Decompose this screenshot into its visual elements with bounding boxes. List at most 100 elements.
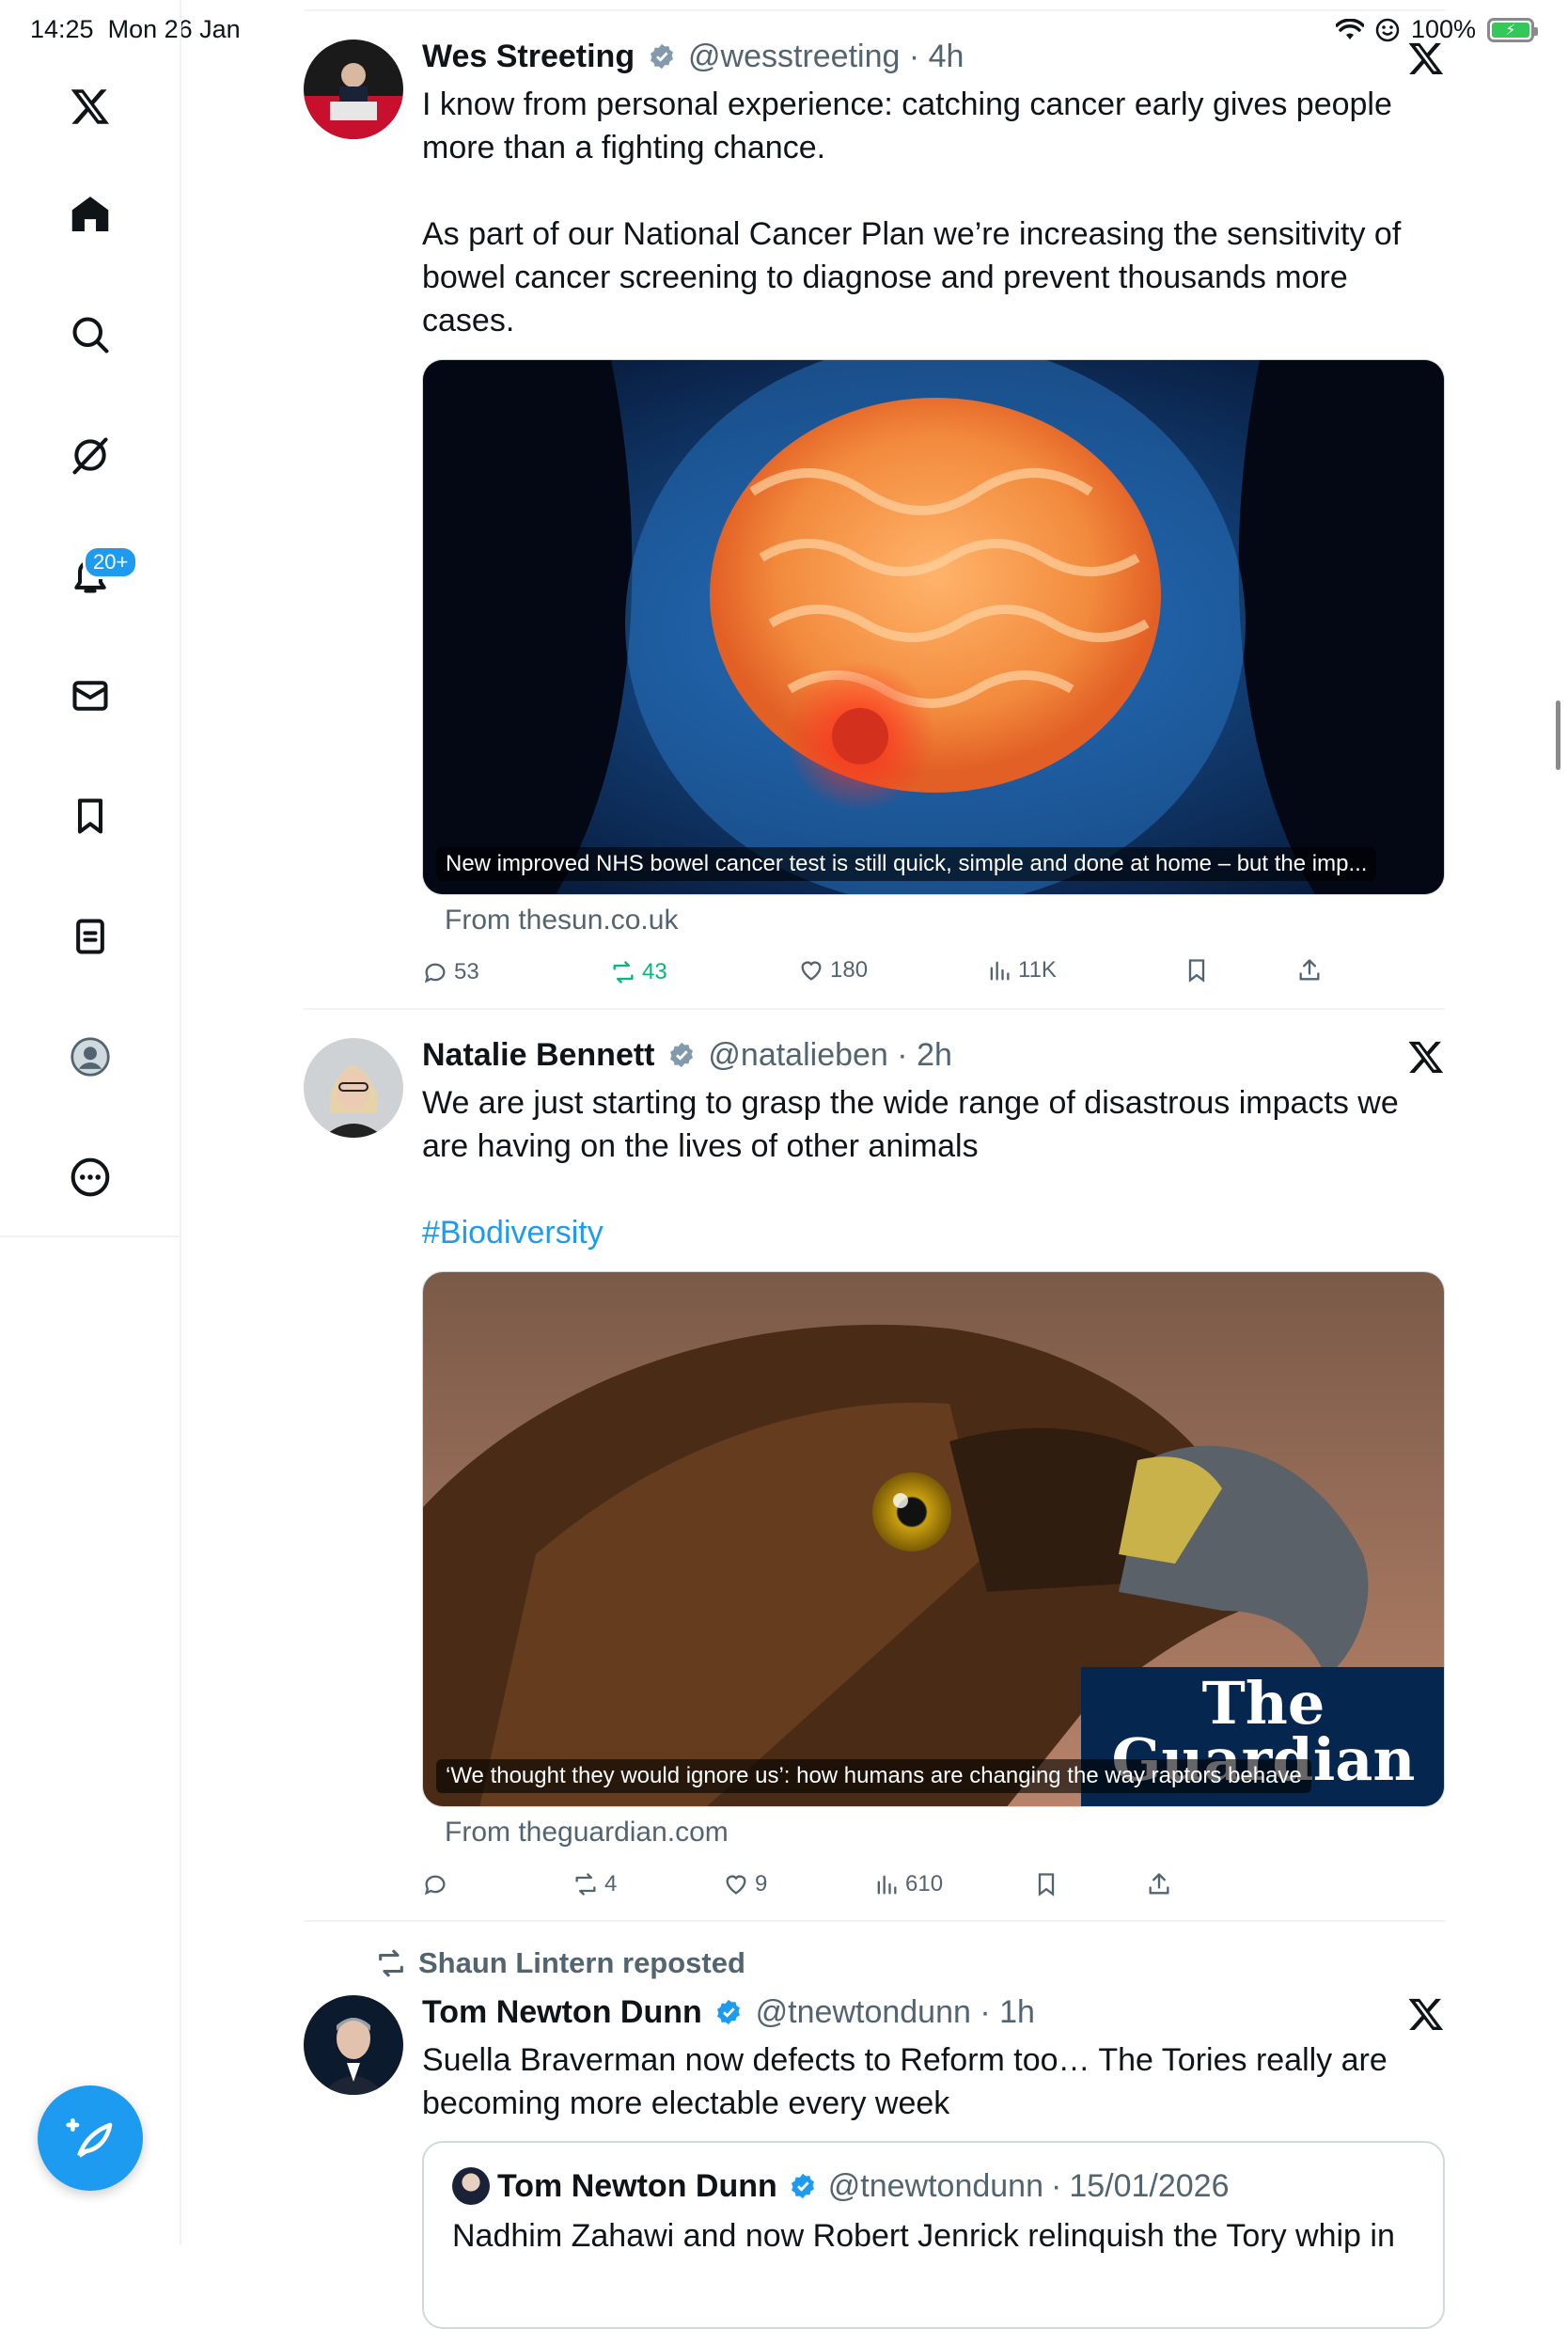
author-handle[interactable]: @wesstreeting [688, 39, 900, 74]
tweet-actions: 53 43 180 11K [422, 946, 1445, 1002]
like-button[interactable]: 9 [723, 1871, 767, 1897]
x-icon[interactable] [1407, 39, 1445, 77]
reposted-by-text: Shaun Lintern reposted [418, 1946, 745, 1979]
quoted-author-handle: @tnewtondunn [827, 2167, 1043, 2204]
repost-icon [613, 961, 634, 984]
repost-button[interactable]: 4 [572, 1871, 617, 1897]
author-name[interactable]: Tom Newton Dunn [422, 1994, 702, 2030]
profile-avatar-icon[interactable] [59, 1026, 121, 1088]
tweet-time[interactable]: 4h [929, 39, 964, 74]
reply-count: 53 [454, 959, 479, 984]
tweet-time[interactable]: 2h [917, 1037, 952, 1073]
sidebar: 20+ [0, 0, 181, 2245]
like-count: 180 [830, 957, 869, 983]
bookmark-icon [1038, 1873, 1055, 1896]
author-name[interactable]: Natalie Bennett [422, 1037, 655, 1073]
bookmark-icon[interactable] [59, 785, 121, 847]
link-card-caption: ‘We thought they would ignore us’: how h… [436, 1759, 1311, 1793]
bookmark-button[interactable] [1184, 957, 1210, 984]
verified-badge-icon [650, 43, 673, 70]
quoted-tweet-text: Nadhim Zahawi and now Robert Jenrick rel… [452, 2218, 1395, 2254]
quoted-avatar [452, 2167, 490, 2205]
reposted-by-line[interactable]: Shaun Lintern reposted [375, 1946, 745, 1980]
search-icon[interactable] [59, 304, 121, 366]
tweet-separator [304, 1920, 1445, 1922]
repost-count: 4 [604, 1871, 618, 1896]
repost-count: 43 [642, 959, 667, 984]
repost-icon [575, 1873, 596, 1896]
avatar[interactable] [304, 1038, 403, 1138]
grok-icon[interactable] [59, 424, 121, 486]
like-count: 9 [755, 1871, 768, 1896]
tweet-separator [304, 1008, 1445, 1010]
tweet-text: We are just starting to grasp the wide r… [422, 1081, 1445, 1254]
tweet-header: Wes Streeting @wesstreeting · 4h [422, 39, 964, 74]
views-chart-icon [877, 1875, 897, 1895]
link-source[interactable]: From theguardian.com [422, 1817, 1445, 1849]
tweet-paragraph: Suella Braverman now defects to Reform t… [422, 2042, 1388, 2121]
tweet-text: Suella Braverman now defects to Reform t… [422, 2038, 1445, 2125]
bookmark-button[interactable] [1033, 1871, 1059, 1897]
quoted-tweet-header: Tom Newton Dunn @tnewtondunn · 15/01/2026 [452, 2167, 1415, 2205]
reply-icon [424, 963, 446, 984]
tweet-text: I know from personal experience: catchin… [422, 83, 1445, 342]
eagle-photo: The Guardian [423, 1272, 1444, 1806]
avatar[interactable] [304, 39, 403, 139]
quoted-date: 15/01/2026 [1069, 2167, 1230, 2204]
heart-icon [726, 1875, 746, 1895]
share-icon [1149, 1873, 1169, 1895]
verified-badge-icon [669, 1042, 693, 1068]
like-button[interactable]: 180 [798, 957, 868, 984]
verified-badge-icon [791, 2173, 814, 2199]
tweet-time[interactable]: 1h [999, 1994, 1035, 2030]
intestine-illustration [423, 360, 1444, 894]
author-handle[interactable]: @tnewtondunn [756, 1994, 971, 2030]
repost-icon [379, 1949, 403, 1977]
tweet-paragraph: As part of our National Cancer Plan we’r… [422, 216, 1402, 338]
repost-button[interactable]: 43 [610, 959, 667, 985]
views-button[interactable]: 11K [986, 957, 1057, 984]
more-options-icon[interactable] [59, 1146, 121, 1208]
tweet-header: Natalie Bennett @natalieben · 2h [422, 1037, 952, 1073]
reply-button[interactable]: 53 [422, 959, 479, 985]
battery-icon: ⚡ [1487, 17, 1538, 42]
hashtag-link[interactable]: #Biodiversity [422, 1211, 1445, 1254]
views-count: 610 [905, 1871, 944, 1896]
sidebar-divider [0, 1235, 181, 1237]
author-handle[interactable]: @natalieben [708, 1037, 887, 1073]
quoted-tweet[interactable]: Tom Newton Dunn @tnewtondunn · 15/01/2026 … [422, 2141, 1445, 2329]
quoted-author-name: Tom Newton Dunn [497, 2167, 777, 2204]
tweet-paragraph: We are just starting to grasp the wide r… [422, 1085, 1399, 1164]
messages-envelope-icon[interactable] [59, 665, 121, 727]
tweet-paragraph: I know from personal experience: catchin… [422, 87, 1392, 165]
verified-badge-icon [717, 1999, 741, 2025]
bookmark-icon [1188, 959, 1205, 983]
compose-feather-icon [66, 2118, 113, 2158]
share-button[interactable] [1146, 1871, 1172, 1897]
reply-icon [424, 1875, 446, 1896]
link-card-image[interactable]: The Guardian ‘We thought they would igno… [422, 1271, 1445, 1807]
home-icon[interactable] [59, 183, 121, 245]
lists-icon[interactable] [59, 905, 121, 968]
tweet-actions: 4 9 610 [422, 1858, 1445, 1914]
x-logo-icon[interactable] [59, 75, 121, 137]
tweet-header: Tom Newton Dunn @tnewtondunn · 1h [422, 1994, 1035, 2030]
x-icon[interactable] [1407, 1995, 1445, 2033]
scroll-indicator[interactable] [1556, 700, 1560, 770]
heart-icon [801, 961, 822, 981]
views-chart-icon [990, 961, 1010, 981]
share-icon [1299, 959, 1320, 981]
link-card-caption: New improved NHS bowel cancer test is st… [436, 847, 1377, 881]
link-source[interactable]: From thesun.co.uk [422, 905, 1445, 936]
views-count: 11K [1018, 957, 1057, 983]
compose-post-button[interactable] [38, 2085, 143, 2191]
link-card-image[interactable]: New improved NHS bowel cancer test is st… [422, 359, 1445, 895]
avatar[interactable] [304, 1995, 403, 2095]
share-button[interactable] [1296, 957, 1323, 984]
reply-button[interactable] [422, 1871, 454, 1897]
notifications-badge: 20+ [83, 545, 139, 579]
x-icon[interactable] [1407, 1038, 1445, 1076]
tweet-separator [304, 9, 1445, 11]
views-button[interactable]: 610 [873, 1871, 943, 1897]
author-name[interactable]: Wes Streeting [422, 39, 635, 74]
